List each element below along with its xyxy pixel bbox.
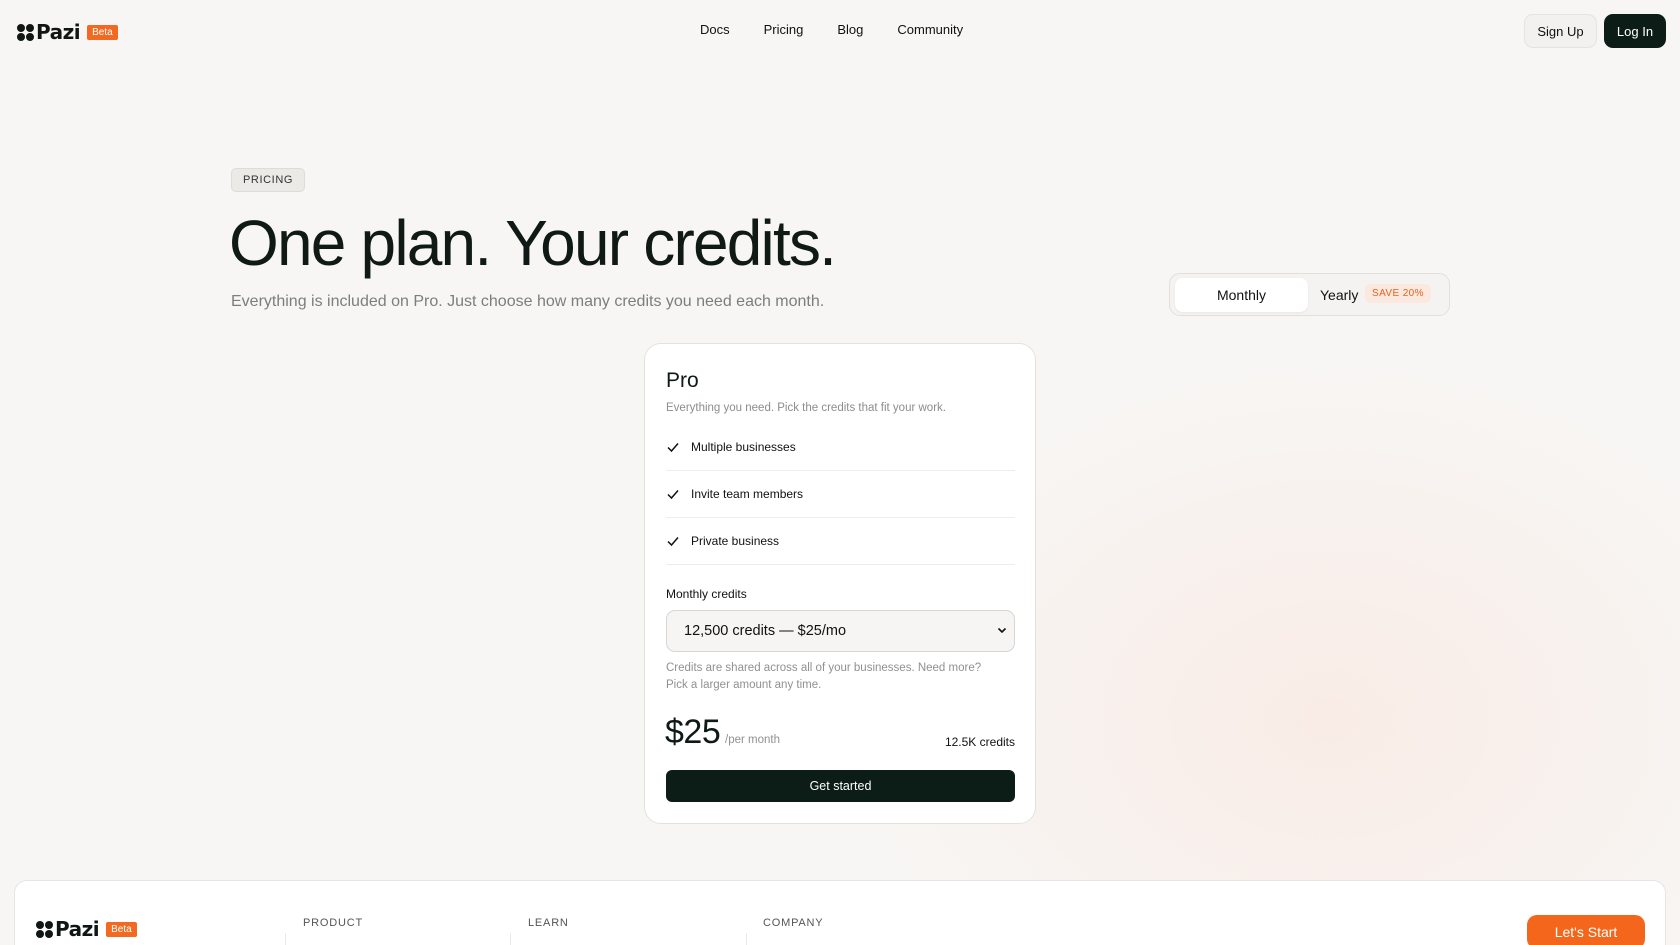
footer-divider [285, 933, 286, 945]
pro-plan-card: Pro Everything you need. Pick the credit… [644, 343, 1036, 824]
nav-community[interactable]: Community [897, 22, 963, 37]
top-nav: Pazi Beta Docs Pricing Blog Community Si… [0, 0, 1680, 62]
footer-divider [746, 933, 747, 945]
feature-item: Private business [666, 518, 1015, 565]
credits-note: Credits are shared across all of your bu… [666, 662, 982, 691]
nav-docs[interactable]: Docs [700, 22, 730, 37]
credit-count: 12.5K credits [944, 735, 1015, 749]
chevron-down-icon [996, 624, 1008, 640]
check-icon [666, 487, 684, 501]
footer-brand-name: Pazi [55, 917, 100, 941]
footer: Pazi Beta PRODUCT LEARN COMPANY Let's St… [14, 880, 1666, 945]
price-period: /per month [725, 734, 780, 746]
feature-list: Multiple businesses Invite team members … [666, 424, 1015, 565]
credits-select-value: 12,500 credits — $25/mo [684, 623, 847, 639]
footer-beta-badge: Beta [106, 921, 137, 937]
brand-name: Pazi [36, 20, 81, 44]
feature-item: Multiple businesses [666, 424, 1015, 471]
save-badge: SAVE 20% [1365, 284, 1431, 303]
footer-divider [510, 933, 511, 945]
credits-label: Monthly credits [666, 587, 747, 601]
page-subtitle: Everything is included on Pro. Just choo… [231, 293, 825, 310]
yearly-toggle-option[interactable]: Yearly [1320, 287, 1358, 303]
beta-badge: Beta [87, 24, 118, 40]
clover-logo-icon [17, 23, 34, 41]
footer-col-product: PRODUCT [303, 917, 363, 929]
sign-up-button[interactable]: Sign Up [1524, 14, 1597, 48]
billing-toggle: Monthly Yearly SAVE 20% [1169, 273, 1450, 316]
price: $25 [665, 713, 721, 751]
feature-label: Invite team members [691, 487, 804, 501]
main-nav: Docs Pricing Blog Community [700, 22, 997, 37]
lets-start-button[interactable]: Let's Start [1527, 915, 1645, 945]
nav-blog[interactable]: Blog [837, 22, 863, 37]
clover-logo-icon [36, 920, 53, 938]
check-icon [666, 534, 684, 548]
brand-logo[interactable]: Pazi Beta [17, 20, 118, 44]
footer-col-learn: LEARN [528, 917, 569, 929]
plan-name: Pro [666, 369, 699, 392]
footer-col-company: COMPANY [763, 917, 824, 929]
credits-select[interactable]: 12,500 credits — $25/mo [666, 610, 1015, 652]
log-in-button[interactable]: Log In [1604, 14, 1666, 48]
get-started-button[interactable]: Get started [666, 770, 1015, 802]
pricing-eyebrow: PRICING [231, 168, 306, 192]
nav-pricing[interactable]: Pricing [764, 22, 804, 37]
check-icon [666, 440, 684, 454]
feature-label: Multiple businesses [691, 440, 796, 454]
plan-description: Everything you need. Pick the credits th… [666, 402, 946, 414]
monthly-toggle-option[interactable]: Monthly [1175, 278, 1308, 312]
footer-logo[interactable]: Pazi Beta [36, 917, 137, 941]
page-title: One plan. Your credits. [229, 207, 837, 279]
feature-item: Invite team members [666, 471, 1015, 518]
feature-label: Private business [691, 534, 780, 548]
